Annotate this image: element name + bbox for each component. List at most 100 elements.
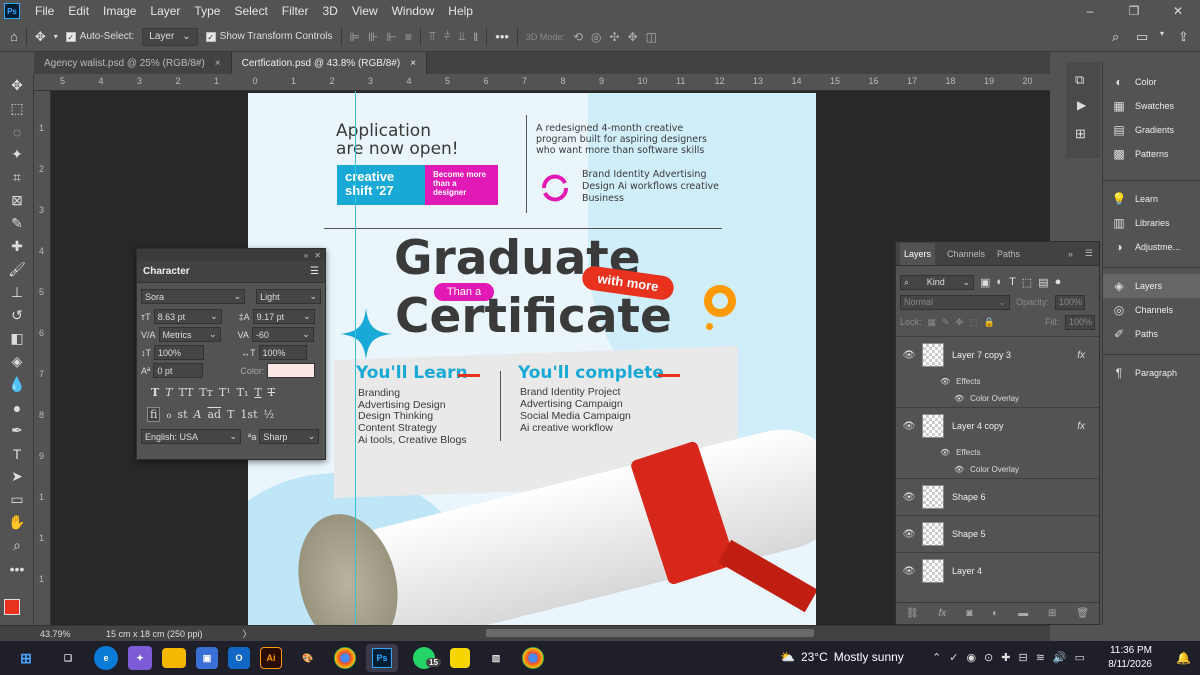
text-color-swatch[interactable] xyxy=(267,363,316,378)
fx-icon[interactable]: fx xyxy=(1077,350,1085,361)
layer-row[interactable]: 👁 Shape 6 xyxy=(896,478,1099,515)
fractions-button[interactable]: ½ xyxy=(264,408,275,421)
filter-toggle-icon[interactable]: ● xyxy=(1055,276,1062,288)
panel-layers[interactable]: ◈ Layers xyxy=(1103,274,1200,298)
align-left-icon[interactable]: ⊫ xyxy=(350,30,360,44)
new-layer-icon[interactable]: ⊞ xyxy=(1048,608,1056,619)
menu-view[interactable]: View xyxy=(345,4,385,18)
faux-bold-button[interactable]: T xyxy=(151,386,159,399)
share-icon[interactable]: ⇪ xyxy=(1178,29,1189,45)
font-family-dropdown[interactable]: Sora ⌄ xyxy=(141,289,246,304)
visibility-eye-icon[interactable]: 👁 xyxy=(896,421,922,432)
baseline-shift-field[interactable]: 0 pt xyxy=(153,363,204,378)
status-menu-arrow[interactable]: 〉 xyxy=(243,627,252,640)
leading-field[interactable]: 9.17 pt ⌄ xyxy=(252,309,315,324)
menu-edit[interactable]: Edit xyxy=(61,4,96,18)
ordinals-button[interactable]: 1st xyxy=(240,408,257,421)
rectangle-tool-icon[interactable]: ▭ xyxy=(0,488,34,511)
menu-window[interactable]: Window xyxy=(385,4,442,18)
tab-paths[interactable]: Paths xyxy=(997,249,1020,259)
3d-roll-icon[interactable]: ◎ xyxy=(591,30,601,44)
properties-icon[interactable]: ⊞ xyxy=(1075,126,1086,142)
filter-pixel-icon[interactable]: ▣ xyxy=(980,276,990,289)
lock-artboard-icon[interactable]: ⬚ xyxy=(969,317,978,328)
layer-row[interactable]: 👁 Shape 5 xyxy=(896,515,1099,552)
dodge-tool-icon[interactable]: ● xyxy=(0,396,34,419)
edge-browser-icon[interactable]: e xyxy=(94,646,118,670)
collapse-icon[interactable]: » xyxy=(1068,249,1073,259)
windows-start-icon[interactable]: ⊞ xyxy=(10,644,42,672)
3d-scale-icon[interactable]: ◫ xyxy=(646,30,657,44)
effects-row[interactable]: 👁 Effects xyxy=(896,373,1099,390)
layer-row[interactable]: 👁 Layer 4 xyxy=(896,552,1099,589)
sticky-notes-icon[interactable] xyxy=(450,648,470,668)
tab-agency-walist[interactable]: Agency walist.psd @ 25% (RGB/8#) × xyxy=(34,52,232,74)
trash-icon[interactable]: 🗑 xyxy=(1076,608,1089,619)
visibility-eye-icon[interactable]: 👁 xyxy=(896,529,922,540)
guide-line[interactable] xyxy=(355,91,356,625)
panel-paragraph[interactable]: ¶ Paragraph xyxy=(1103,361,1200,385)
close-window-button[interactable]: ✕ xyxy=(1156,0,1200,22)
kerning-field[interactable]: Metrics ⌄ xyxy=(158,327,221,342)
battery-icon[interactable]: ▭ xyxy=(1075,651,1085,664)
antialias-dropdown[interactable]: Sharp ⌄ xyxy=(259,429,320,444)
zoom-level[interactable]: 43.79% xyxy=(0,629,71,639)
close-icon[interactable]: ✕ xyxy=(314,251,321,260)
foreground-color-swatch[interactable] xyxy=(4,599,20,615)
type-tool-icon[interactable]: T xyxy=(0,442,34,465)
tray-app-icon[interactable]: ✚ xyxy=(1001,651,1010,664)
effects-row[interactable]: 👁 Effects xyxy=(896,444,1099,461)
auto-select-checkbox[interactable]: ✓ Auto-Select: xyxy=(65,31,134,42)
move-tool-icon[interactable]: ✥ xyxy=(0,74,34,97)
menu-help[interactable]: Help xyxy=(441,4,480,18)
hand-tool-icon[interactable]: ✋ xyxy=(0,511,34,534)
workspace-icon[interactable]: ▭ xyxy=(1136,29,1148,45)
alternates-button[interactable]: ℴ xyxy=(166,408,171,421)
lock-all-icon[interactable]: 🔒 xyxy=(984,317,995,328)
more-options-button[interactable]: ••• xyxy=(495,29,509,44)
task-view-icon[interactable]: ❑ xyxy=(52,644,84,672)
filter-adjustment-icon[interactable]: ◐ xyxy=(996,276,1003,288)
history-icon[interactable]: ⧉ xyxy=(1075,72,1084,88)
fill-field[interactable]: 100% xyxy=(1065,314,1095,330)
ligatures-button[interactable]: fi xyxy=(147,407,161,422)
align-top-icon[interactable]: ⫪ xyxy=(429,29,436,44)
layer-row[interactable]: 👁 Layer 4 copy fx xyxy=(896,407,1099,444)
visibility-eye-icon[interactable]: 👁 xyxy=(940,377,950,386)
visibility-eye-icon[interactable]: 👁 xyxy=(940,448,950,457)
history-brush-tool-icon[interactable]: ↺ xyxy=(0,304,34,327)
photoshop-taskbar-icon[interactable]: Ps xyxy=(366,644,398,672)
pen-tool-icon[interactable]: ✒ xyxy=(0,419,34,442)
tray-app-icon[interactable]: ◉ xyxy=(966,651,976,664)
wifi-icon[interactable]: ≋ xyxy=(1036,651,1045,664)
tracking-field[interactable]: -60 ⌄ xyxy=(251,327,314,342)
blend-mode-dropdown[interactable]: Normal ⌄ xyxy=(900,294,1010,310)
paint-app-icon[interactable]: 🎨 xyxy=(292,644,324,672)
illustrator-icon[interactable]: Ai xyxy=(260,647,282,669)
stylistic-alternates-button[interactable]: ad xyxy=(207,408,221,421)
panel-patterns[interactable]: ▩ Patterns xyxy=(1103,142,1200,166)
chevron-up-icon[interactable]: ⌃ xyxy=(932,651,941,664)
notifications-bell-icon[interactable]: 🔔 xyxy=(1176,651,1191,665)
visibility-eye-icon[interactable]: 👁 xyxy=(896,350,922,361)
store-icon[interactable]: ▣ xyxy=(196,647,218,669)
horizontal-scrollbar[interactable] xyxy=(486,629,814,637)
panel-menu-icon[interactable]: ☰ xyxy=(1085,248,1093,259)
panel-gradients[interactable]: ▤ Gradients xyxy=(1103,118,1200,142)
chrome-profile-icon[interactable] xyxy=(522,647,544,669)
document-canvas[interactable]: Application are now open! creative shift… xyxy=(248,93,816,625)
brush-tool-icon[interactable]: 🖌 xyxy=(0,258,34,281)
close-icon[interactable]: × xyxy=(410,58,416,69)
fx-icon[interactable]: fx xyxy=(1077,421,1085,432)
magic-wand-tool-icon[interactable]: ✦ xyxy=(0,143,34,166)
visibility-eye-icon[interactable]: 👁 xyxy=(896,492,922,503)
filter-type-icon[interactable]: T xyxy=(1009,276,1016,288)
menu-image[interactable]: Image xyxy=(96,4,143,18)
marquee-tool-icon[interactable]: ⬚ xyxy=(0,97,34,120)
menu-select[interactable]: Select xyxy=(227,4,274,18)
path-selection-tool-icon[interactable]: ➤ xyxy=(0,465,34,488)
outlook-icon[interactable]: O xyxy=(228,647,250,669)
align-middle-icon[interactable]: ⫩ xyxy=(444,29,451,44)
vertical-scale-field[interactable]: 100% xyxy=(154,345,204,360)
menu-layer[interactable]: Layer xyxy=(143,4,187,18)
